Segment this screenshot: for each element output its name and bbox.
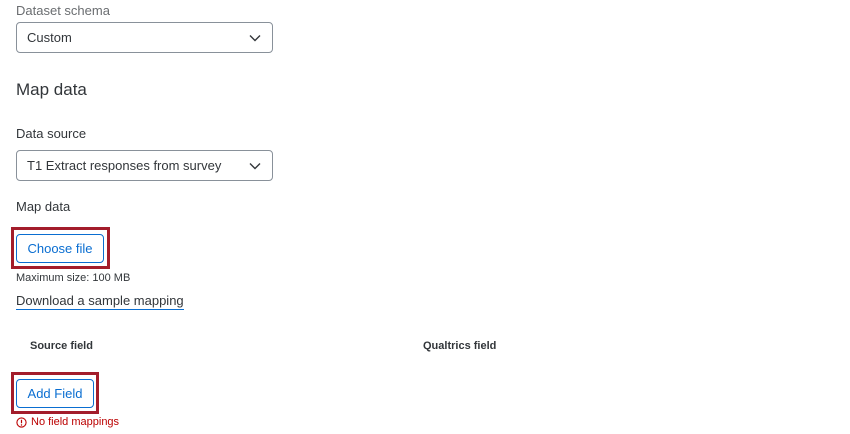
map-data-section-title: Map data — [16, 80, 87, 99]
max-size-hint: Maximum size: 100 MB — [16, 272, 131, 284]
map-data-upload-label: Map data — [16, 199, 71, 214]
error-text: No field mappings — [31, 416, 120, 428]
no-field-mappings-error: No field mappings — [16, 416, 119, 428]
dataset-schema-value: Custom — [27, 30, 72, 45]
source-field-column-header: Source field — [30, 340, 93, 352]
download-sample-mapping-link[interactable]: Download a sample mapping — [16, 293, 184, 310]
choose-file-button[interactable]: Choose file — [16, 234, 104, 263]
data-source-select[interactable]: T1 Extract responses from survey — [16, 150, 273, 181]
dataset-schema-label: Dataset schema — [16, 3, 110, 18]
qualtrics-field-column-header: Qualtrics field — [423, 340, 497, 352]
data-source-value: T1 Extract responses from survey — [27, 158, 222, 173]
chevron-down-icon — [248, 31, 262, 45]
data-source-label: Data source — [16, 126, 87, 141]
error-circle-icon — [16, 416, 31, 428]
add-field-button[interactable]: Add Field — [16, 379, 94, 408]
chevron-down-icon — [248, 159, 262, 173]
dataset-schema-select[interactable]: Custom — [16, 22, 273, 53]
dataset-settings-panel: Dataset schema Custom Map data Data sour… — [0, 0, 850, 434]
